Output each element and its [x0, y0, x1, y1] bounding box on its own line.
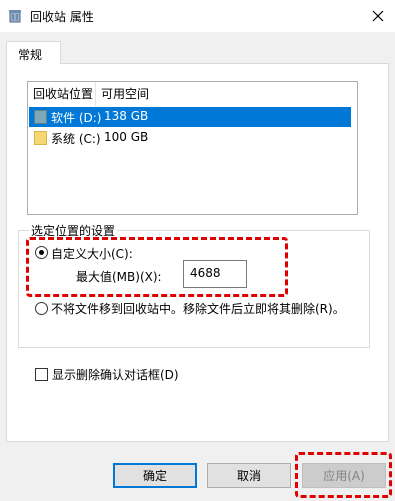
- recycle-bin-icon: [8, 9, 22, 23]
- max-size-label: 最大值(MB)(X):: [76, 270, 162, 284]
- window-title: 回收站 属性: [30, 10, 94, 24]
- drive-icon: [34, 110, 47, 124]
- close-icon: [372, 10, 384, 22]
- column-header-location[interactable]: 回收站位置: [28, 82, 95, 106]
- delete-immediately-label[interactable]: 不将文件移到回收站中。移除文件后立即将其删除(R)。: [51, 300, 345, 317]
- custom-size-label[interactable]: 自定义大小(C):: [51, 245, 133, 262]
- list-item[interactable]: 系统 (C:) 100 GB: [29, 128, 351, 148]
- tab-label: 常规: [18, 48, 43, 62]
- cancel-button[interactable]: 取消: [207, 463, 291, 488]
- confirm-delete-label[interactable]: 显示删除确认对话框(D): [52, 366, 179, 383]
- tab-general[interactable]: 常规: [6, 41, 61, 64]
- free-space: 138 GB: [104, 109, 149, 123]
- folder-icon: [34, 131, 47, 145]
- max-size-input[interactable]: 4688: [183, 260, 247, 288]
- location-name: 系统 (C:): [51, 132, 101, 146]
- ok-button[interactable]: 确定: [113, 463, 197, 488]
- highlight-box: [295, 452, 392, 498]
- list-item[interactable]: 软件 (D:) 138 GB: [29, 107, 351, 127]
- close-button[interactable]: [361, 0, 395, 32]
- location-name: 软件 (D:): [51, 111, 102, 125]
- free-space: 100 GB: [104, 130, 149, 144]
- recycle-location-list[interactable]: 回收站位置 可用空间 软件 (D:) 138 GB 系统 (C:) 100 GB: [27, 81, 358, 215]
- confirm-delete-checkbox[interactable]: [35, 368, 48, 381]
- delete-immediately-radio[interactable]: [35, 302, 48, 315]
- column-header-free-space[interactable]: 可用空间: [96, 82, 216, 106]
- custom-size-radio[interactable]: [35, 246, 48, 259]
